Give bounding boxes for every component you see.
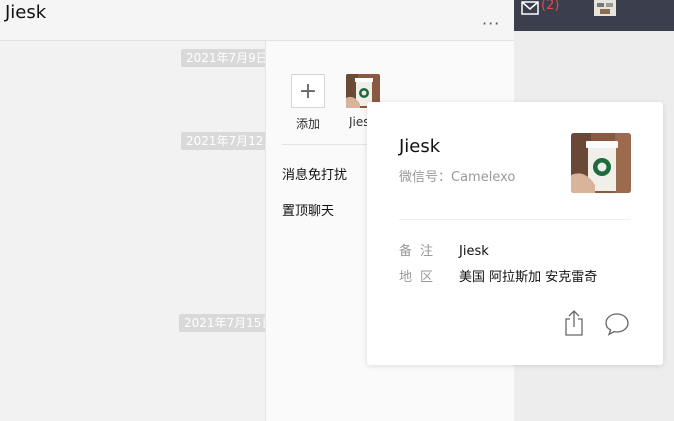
region-value: 美国 阿拉斯加 安克雷奇 xyxy=(459,270,598,285)
date-separator: 2021年7月15日 xyxy=(179,314,267,332)
region-label: 地区 xyxy=(399,270,442,285)
note-value: Jiesk xyxy=(459,244,489,259)
divider xyxy=(399,219,631,220)
mail-icon[interactable] xyxy=(521,0,539,19)
mail-count-badge: (2) xyxy=(541,0,560,13)
note-label: 备注 xyxy=(399,244,442,259)
profile-card: Jiesk 微信号：Camelexo 备注 Jiesk 地区 美国 阿拉斯加 安克雷… xyxy=(367,102,663,365)
note-row: 备注 Jiesk xyxy=(399,240,489,259)
thumbnail-image[interactable] xyxy=(594,0,616,16)
chat-header: Jiesk ··· xyxy=(0,0,514,41)
date-separator: 2021年7月12日 xyxy=(181,132,267,150)
wechat-id: 微信号：Camelexo xyxy=(399,170,516,185)
chat-title: Jiesk xyxy=(5,2,47,23)
pin-chat-toggle[interactable]: 置顶聊天 xyxy=(282,200,334,219)
plus-icon: + xyxy=(298,78,318,104)
add-member-button[interactable]: + xyxy=(291,74,325,108)
more-options-button[interactable]: ··· xyxy=(482,14,500,33)
chat-bubble-icon[interactable] xyxy=(604,312,630,340)
add-member-label: 添加 xyxy=(296,117,321,131)
region-row: 地区 美国 阿拉斯加 安克雷奇 xyxy=(399,266,597,285)
profile-avatar[interactable] xyxy=(571,133,631,193)
profile-name: Jiesk xyxy=(399,136,441,157)
share-icon[interactable] xyxy=(564,310,584,340)
top-bar: (2) xyxy=(514,0,674,31)
mute-notifications-toggle[interactable]: 消息免打扰 xyxy=(282,164,347,183)
date-separator: 2021年7月9日 xyxy=(181,49,267,67)
